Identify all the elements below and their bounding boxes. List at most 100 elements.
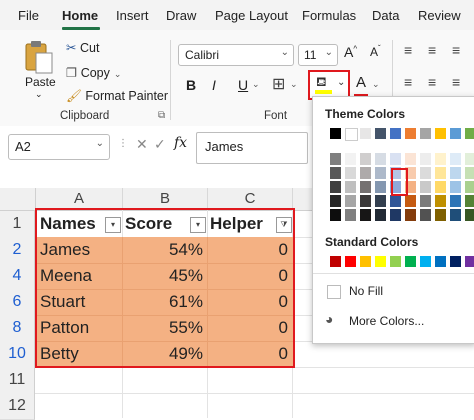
row-header-6[interactable]: 6 <box>0 289 35 316</box>
copy-chevron-icon[interactable]: ⌄ <box>114 69 122 79</box>
color-swatch[interactable] <box>330 195 341 207</box>
color-swatch[interactable] <box>360 128 371 139</box>
color-swatch[interactable] <box>345 181 356 193</box>
color-swatch[interactable] <box>375 153 386 165</box>
color-swatch[interactable] <box>420 209 431 221</box>
cut-button[interactable]: ✂ Cut <box>66 40 99 55</box>
color-swatch[interactable] <box>330 153 341 165</box>
menu-formulas[interactable]: Formulas <box>302 8 356 23</box>
borders-icon[interactable]: ⊞ <box>272 74 285 94</box>
underline-button[interactable]: U <box>238 77 248 93</box>
color-swatch[interactable] <box>420 195 431 207</box>
bold-button[interactable]: B <box>186 77 196 93</box>
align-left-icon[interactable]: ≡ <box>404 74 412 90</box>
no-fill-icon[interactable] <box>327 285 341 299</box>
increase-font-size-button[interactable]: A^ <box>344 44 357 60</box>
color-swatch[interactable] <box>465 153 474 165</box>
color-swatch[interactable] <box>450 128 461 139</box>
color-swatch[interactable] <box>465 128 474 139</box>
color-swatch[interactable] <box>450 181 461 193</box>
color-swatch[interactable] <box>405 128 416 139</box>
copy-button[interactable]: ❐ Copy ⌄ <box>66 65 121 80</box>
color-swatch[interactable] <box>360 167 371 179</box>
font-color-button[interactable]: A <box>356 74 366 91</box>
align-top-icon[interactable]: ≡ <box>404 42 412 58</box>
color-swatch[interactable] <box>435 153 446 165</box>
color-swatch[interactable] <box>405 209 416 221</box>
color-swatch[interactable] <box>435 195 446 207</box>
color-swatch[interactable] <box>375 209 386 221</box>
enter-icon[interactable]: ✓ <box>154 136 166 153</box>
italic-button[interactable]: I <box>212 77 216 93</box>
color-swatch[interactable] <box>390 195 401 207</box>
row-header-8[interactable]: 8 <box>0 315 35 342</box>
color-swatch[interactable] <box>375 181 386 193</box>
color-swatch[interactable] <box>465 181 474 193</box>
color-swatch[interactable] <box>390 153 401 165</box>
color-swatch[interactable] <box>360 256 371 267</box>
color-swatch[interactable] <box>450 256 461 267</box>
color-swatch[interactable] <box>435 128 446 139</box>
align-center-icon[interactable]: ≡ <box>428 74 436 90</box>
more-colors-option[interactable]: More Colors... <box>349 314 424 328</box>
color-swatch[interactable] <box>420 153 431 165</box>
color-swatch[interactable] <box>435 209 446 221</box>
color-swatch[interactable] <box>330 167 341 179</box>
color-swatch[interactable] <box>375 167 386 179</box>
color-swatch[interactable] <box>375 195 386 207</box>
palette-icon[interactable]: ◕ <box>325 311 333 327</box>
color-swatch[interactable] <box>390 209 401 221</box>
color-swatch[interactable] <box>450 153 461 165</box>
more-options-icon[interactable]: ⋮ <box>118 138 128 149</box>
menu-data[interactable]: Data <box>372 8 399 23</box>
font-family-select[interactable]: Calibri ⌄ <box>178 44 294 66</box>
menu-home[interactable]: Home <box>62 8 98 23</box>
name-box[interactable]: A2 ⌄ <box>8 134 110 160</box>
menu-draw[interactable]: Draw <box>166 8 196 23</box>
row-header-11[interactable]: 11 <box>0 367 35 394</box>
align-middle-icon[interactable]: ≡ <box>428 42 436 58</box>
paste-chevron-icon[interactable]: ⌄ <box>35 89 43 100</box>
color-swatch[interactable] <box>345 153 356 165</box>
no-fill-option[interactable]: No Fill <box>349 284 383 298</box>
color-swatch[interactable] <box>390 256 401 267</box>
align-bottom-icon[interactable]: ≡ <box>452 42 460 58</box>
decrease-font-size-button[interactable]: Aˇ <box>370 44 381 59</box>
select-all-corner[interactable] <box>0 188 36 211</box>
menu-insert[interactable]: Insert <box>116 8 149 23</box>
color-swatch[interactable] <box>345 195 356 207</box>
color-swatch[interactable] <box>465 195 474 207</box>
underline-chevron-icon[interactable]: ⌄ <box>252 79 260 90</box>
cancel-icon[interactable]: ✕ <box>136 136 148 153</box>
clipboard-launcher-icon[interactable]: ⧉ <box>158 110 165 121</box>
align-right-icon[interactable]: ≡ <box>452 74 460 90</box>
color-swatch[interactable] <box>360 153 371 165</box>
color-swatch[interactable] <box>345 256 356 267</box>
paste-label[interactable]: Paste <box>25 75 56 89</box>
color-swatch[interactable] <box>345 209 356 221</box>
color-swatch[interactable] <box>375 128 386 139</box>
color-swatch[interactable] <box>435 167 446 179</box>
format-painter-button[interactable]: 🖌 Format Painter <box>66 89 168 104</box>
color-swatch[interactable] <box>405 195 416 207</box>
color-swatch[interactable] <box>330 181 341 193</box>
color-swatch[interactable] <box>465 167 474 179</box>
menu-file[interactable]: File <box>18 8 39 23</box>
color-swatch[interactable] <box>360 181 371 193</box>
font-size-select[interactable]: 11 ⌄ <box>298 44 338 66</box>
row-header-12[interactable]: 12 <box>0 393 35 420</box>
color-swatch[interactable] <box>420 256 431 267</box>
row-header-10[interactable]: 10 <box>0 341 35 368</box>
color-swatch[interactable] <box>360 209 371 221</box>
function-icon[interactable]: fx <box>174 135 187 151</box>
color-swatch[interactable] <box>330 128 341 139</box>
formula-input[interactable]: James <box>196 132 308 164</box>
borders-chevron-icon[interactable]: ⌄ <box>290 79 298 90</box>
color-swatch[interactable] <box>450 167 461 179</box>
row-header-4[interactable]: 4 <box>0 263 35 290</box>
color-swatch[interactable] <box>330 256 341 267</box>
color-swatch[interactable] <box>360 195 371 207</box>
color-swatch[interactable] <box>420 167 431 179</box>
row-header-1[interactable]: 1 <box>0 211 35 238</box>
color-swatch[interactable] <box>465 256 474 267</box>
